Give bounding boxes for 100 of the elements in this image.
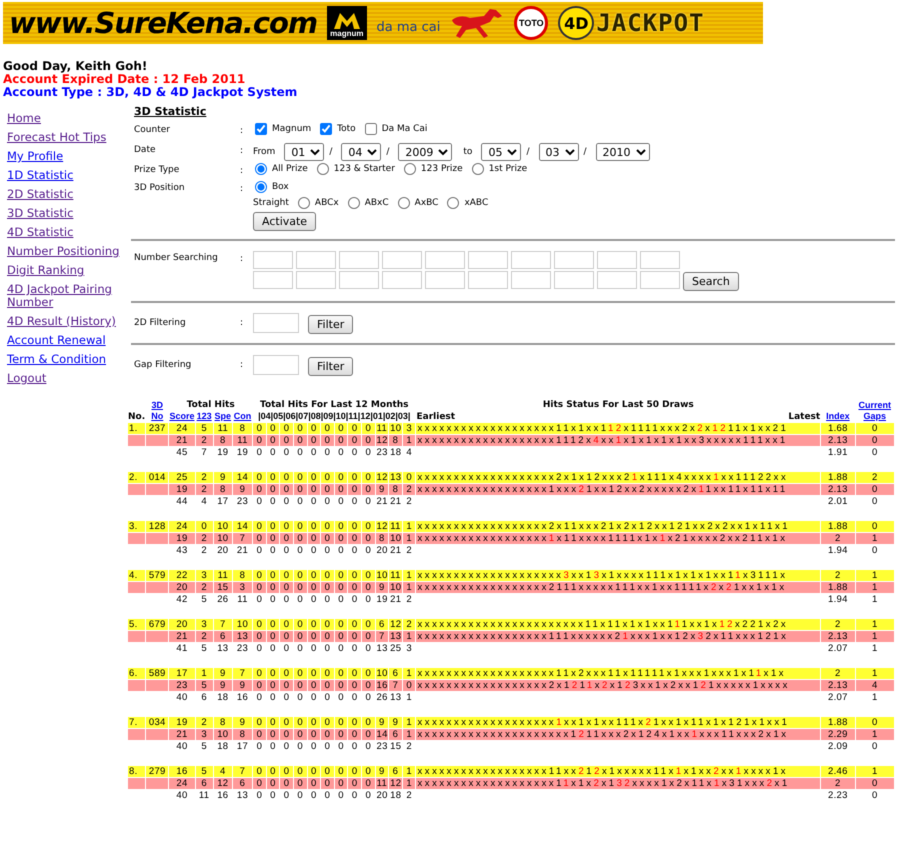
column-link[interactable]: 3D No	[148, 400, 166, 422]
number-input[interactable]	[597, 251, 637, 269]
table-cell: 0	[321, 778, 334, 789]
menu-link[interactable]: 3D Statistic	[7, 207, 125, 220]
menu-link[interactable]: Digit Ranking	[7, 264, 125, 277]
table-cell-text: 0	[364, 594, 372, 605]
number-input[interactable]	[597, 271, 637, 289]
table-cell-text: 0	[350, 594, 358, 605]
table-cell: 0	[266, 729, 280, 740]
menu-link[interactable]: 4D Jackpot Pairing Number	[7, 283, 125, 309]
radio-button[interactable]	[404, 163, 416, 175]
hits-cell: xxxxxxxxxxxxxxxxxx111xxxxxx2 1 xxx1xx12x 3 2x11xxx121x	[416, 631, 820, 642]
menu-link[interactable]: 1D Statistic	[7, 169, 125, 182]
number-input[interactable]	[468, 251, 508, 269]
menu-link[interactable]: 2D Statistic	[7, 188, 125, 201]
table-cell: 0	[253, 423, 266, 434]
table-cell: 9	[232, 484, 252, 495]
table-cell-text: 2.07	[827, 692, 849, 703]
table-cell-text: 13	[216, 643, 230, 654]
menu-link[interactable]: Forecast Hot Tips	[7, 131, 125, 144]
table-cell: 7	[232, 766, 252, 777]
radio-button[interactable]	[255, 181, 267, 193]
table-cell: 0	[334, 717, 348, 728]
table-cell-text: 0	[324, 545, 332, 556]
table-cell: 0	[253, 533, 266, 544]
table-cell: 1	[402, 729, 416, 740]
menu-link[interactable]: Number Positioning	[7, 245, 125, 258]
greeting-text: Good Day, Keith Goh!	[3, 60, 148, 73]
number-input[interactable]	[296, 271, 336, 289]
date-select[interactable]: 2009	[398, 143, 452, 161]
table-cell: 0	[334, 484, 348, 495]
table-cell: 7	[232, 533, 252, 544]
filter-input[interactable]	[253, 355, 299, 375]
table-cell: 0	[266, 680, 280, 691]
number-input[interactable]	[511, 271, 551, 289]
radio-button[interactable]	[398, 197, 410, 209]
radio-button[interactable]	[348, 197, 360, 209]
date-select[interactable]: 05	[481, 143, 522, 161]
table-cell: 0	[856, 435, 894, 446]
hits-cell: xxxxxxxxxxxxxxxxxxxxx1 2 11xxx2x124x1xx 1 xxx11xxx2x1x	[416, 729, 820, 740]
menu-link[interactable]: My Profile	[7, 150, 125, 163]
number-input[interactable]	[253, 251, 293, 269]
table-cell: 8	[232, 570, 252, 581]
number-input[interactable]	[339, 271, 379, 289]
number-input[interactable]	[640, 251, 680, 269]
radio-button[interactable]	[316, 163, 329, 175]
number-input[interactable]	[468, 271, 508, 289]
number-input[interactable]	[296, 251, 336, 269]
column-link[interactable]: Score	[169, 411, 194, 422]
column-link[interactable]: 123	[196, 411, 212, 422]
number-input[interactable]	[382, 271, 422, 289]
table-cell: 589	[146, 668, 168, 679]
number-input[interactable]	[640, 271, 680, 289]
table-cell: 15	[389, 741, 402, 752]
column-link[interactable]: Spe	[214, 411, 232, 422]
table-cell: 2	[821, 668, 854, 679]
menu-link[interactable]: Account Renewal	[7, 334, 125, 347]
table-cell: 6.	[128, 668, 146, 679]
date-select[interactable]: 2010	[596, 143, 650, 161]
date-select[interactable]: 04	[341, 143, 382, 161]
table-cell-text: 0	[282, 643, 290, 654]
filter-button[interactable]: Filter	[308, 356, 354, 376]
table-cell: 2	[402, 484, 416, 495]
number-input[interactable]	[382, 251, 422, 269]
radio-button[interactable]	[472, 163, 484, 175]
search-button[interactable]: Search	[683, 272, 739, 290]
field-label: Date	[134, 144, 157, 155]
table-cell-text: 0	[256, 790, 264, 801]
radio-button[interactable]	[447, 197, 460, 209]
table-cell: 1	[856, 619, 894, 630]
menu-link[interactable]: Term & Condition	[7, 353, 125, 366]
filter-input[interactable]	[253, 313, 299, 333]
table-cell: 7.	[128, 717, 146, 728]
table-cell: 0	[321, 521, 334, 532]
column-link[interactable]: Current Gaps	[856, 400, 893, 422]
checkbox[interactable]	[364, 123, 377, 135]
date-select[interactable]: 01	[284, 143, 324, 161]
number-input[interactable]	[339, 251, 379, 269]
table-cell-text: 0	[324, 790, 332, 801]
menu-link[interactable]: 4D Statistic	[7, 226, 125, 239]
date-select[interactable]: 03	[538, 143, 578, 161]
number-input[interactable]	[425, 271, 465, 289]
activate-button[interactable]: Activate	[253, 212, 316, 231]
checkbox[interactable]	[255, 123, 267, 135]
filter-button[interactable]: Filter	[308, 314, 354, 334]
number-input[interactable]	[511, 251, 551, 269]
menu-link[interactable]: Logout	[7, 372, 125, 385]
checkbox[interactable]	[320, 123, 332, 135]
column-link[interactable]: Index	[826, 411, 850, 422]
number-input[interactable]	[554, 271, 594, 289]
table-cell: 0	[253, 729, 266, 740]
number-input[interactable]	[253, 271, 293, 289]
radio-button[interactable]	[298, 197, 310, 209]
number-input[interactable]	[425, 251, 465, 269]
table-cell-text: 2.01	[827, 496, 849, 507]
number-input[interactable]	[554, 251, 594, 269]
radio-button[interactable]	[255, 163, 267, 175]
column-link[interactable]: Con	[234, 411, 252, 422]
menu-link[interactable]: 4D Result (History)	[7, 315, 125, 328]
menu-link[interactable]: Home	[7, 112, 125, 125]
